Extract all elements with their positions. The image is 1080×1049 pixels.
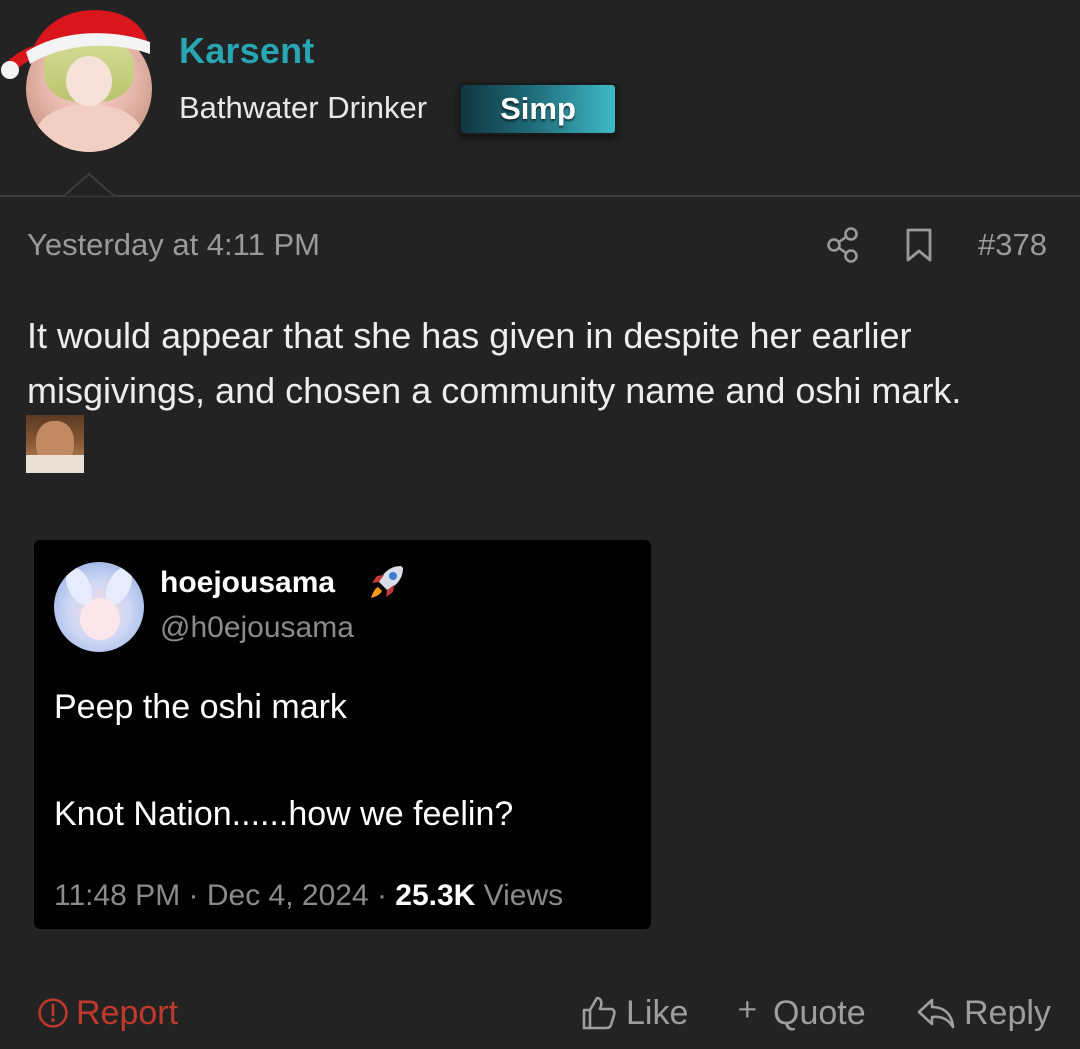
quote-button[interactable]: Quote bbox=[737, 992, 866, 1034]
reply-label: Reply bbox=[964, 993, 1051, 1032]
user-banner-badge: Simp bbox=[459, 83, 617, 135]
like-label: Like bbox=[626, 993, 689, 1032]
embedded-tweet-image[interactable]: hoejousama @h0ejousama Peep the oshi mar… bbox=[34, 540, 651, 929]
tweet-timestamp: 11:48 PM · Dec 4, 2024 · bbox=[54, 879, 396, 912]
santa-hat-icon bbox=[1, 10, 150, 79]
warning-circle-icon bbox=[38, 998, 68, 1028]
thumbs-up-icon bbox=[582, 996, 616, 1030]
plus-icon bbox=[739, 1001, 756, 1018]
reply-arrow-icon bbox=[917, 998, 955, 1029]
user-title: Bathwater Drinker bbox=[179, 90, 428, 125]
divider bbox=[0, 195, 1080, 197]
tweet-text-line: Knot Nation......how we feelin? bbox=[54, 795, 514, 833]
rocket-icon bbox=[371, 566, 403, 598]
post-permalink-number[interactable]: #378 bbox=[978, 227, 1047, 263]
tweet-meta: 11:48 PM · Dec 4, 2024 · 25.3K Views bbox=[54, 879, 563, 913]
tweet-text-line: Peep the oshi mark bbox=[54, 688, 347, 726]
reaction-emoji-image bbox=[26, 415, 84, 473]
post-timestamp[interactable]: Yesterday at 4:11 PM bbox=[27, 227, 320, 263]
caret-up-icon bbox=[64, 172, 114, 197]
reply-button[interactable]: Reply bbox=[916, 992, 1051, 1034]
quote-label: Quote bbox=[773, 993, 866, 1032]
share-icon[interactable] bbox=[826, 226, 860, 264]
forum-post: Karsent Bathwater Drinker Simp Yesterday… bbox=[0, 0, 1080, 1049]
like-button[interactable]: Like bbox=[580, 992, 688, 1034]
user-avatar-container[interactable] bbox=[0, 0, 160, 160]
bookmark-icon[interactable] bbox=[903, 227, 935, 263]
tweet-views-count: 25.3K bbox=[395, 879, 476, 912]
report-button[interactable]: Report bbox=[36, 992, 178, 1034]
tweet-avatar bbox=[54, 562, 144, 652]
report-label: Report bbox=[76, 993, 179, 1032]
post-body-text: It would appear that she has given in de… bbox=[27, 315, 962, 411]
tweet-display-name: hoejousama bbox=[160, 566, 336, 599]
tweet-handle: @h0ejousama bbox=[160, 611, 354, 644]
tweet-views-label: Views bbox=[475, 879, 564, 912]
username[interactable]: Karsent bbox=[179, 30, 314, 72]
